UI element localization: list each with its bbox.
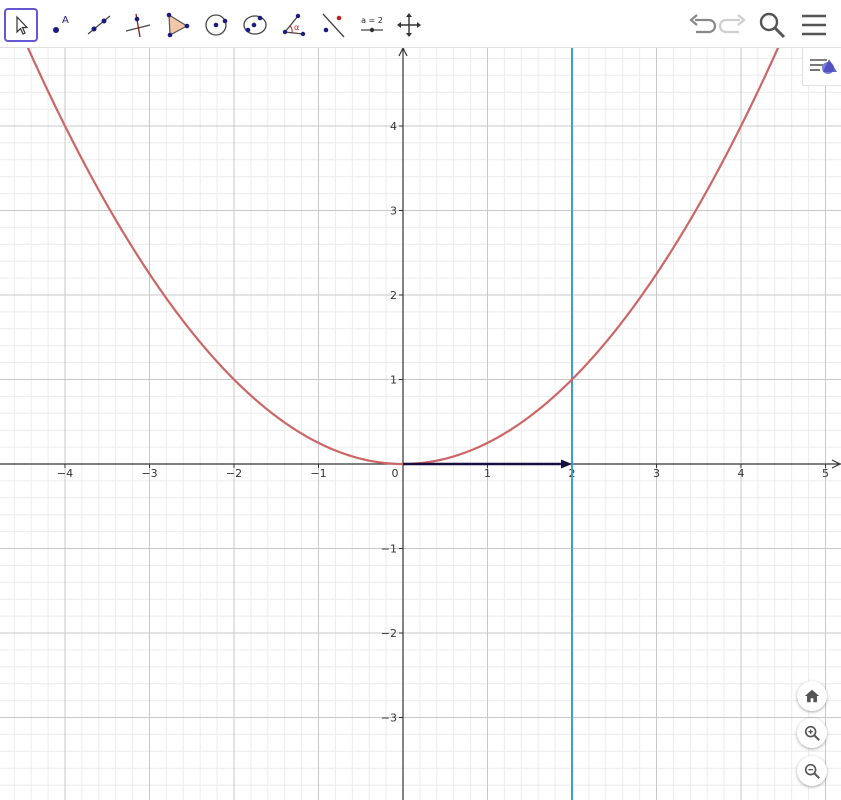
- move-arrows-icon: [397, 13, 421, 37]
- perpendicular-line-tool-button[interactable]: [121, 8, 155, 42]
- circle-center-tool-button[interactable]: [199, 8, 233, 42]
- x-tick-label: −3: [141, 467, 157, 480]
- x-axis-ticks: −4−3−2−1012345: [57, 464, 829, 480]
- circle-three-points-icon: [243, 15, 267, 35]
- undo-icon[interactable]: [687, 10, 717, 40]
- svg-text:A: A: [62, 15, 69, 26]
- svg-text:α: α: [294, 23, 299, 32]
- y-tick-label: −1: [381, 543, 397, 556]
- zoom-in-button[interactable]: [797, 718, 827, 748]
- svg-text:a = 2: a = 2: [361, 16, 383, 25]
- x-tick-label: −2: [226, 467, 242, 480]
- y-tick-label: 2: [390, 289, 397, 302]
- y-tick-label: 1: [390, 374, 397, 387]
- home-button[interactable]: [797, 681, 827, 711]
- y-tick-label: 3: [390, 205, 397, 218]
- y-tick-label: −3: [381, 712, 397, 725]
- reflect-icon: [322, 13, 345, 38]
- coordinate-plane[interactable]: −4−3−2−1012345 4321−1−2−3: [0, 47, 841, 800]
- graphics-view[interactable]: −4−3−2−1012345 4321−1−2−3: [0, 47, 841, 800]
- polygon-icon: [166, 12, 190, 38]
- point-tool-button[interactable]: A: [43, 8, 77, 42]
- x-tick-label: 1: [484, 467, 491, 480]
- circle-three-points-tool-button[interactable]: [238, 8, 272, 42]
- zoom-out-icon: [804, 763, 820, 779]
- home-icon: [804, 689, 820, 703]
- move-graphics-view-tool-button[interactable]: [392, 8, 426, 42]
- x-tick-label: 4: [738, 467, 745, 480]
- style-bar-icon: [810, 59, 837, 74]
- polygon-tool-button[interactable]: [160, 8, 194, 42]
- line-icon: [87, 15, 111, 35]
- angle-tool-button[interactable]: α: [277, 8, 311, 42]
- toolbar: A α a = 2: [0, 0, 841, 48]
- x-tick-label: 3: [653, 467, 660, 480]
- search-icon[interactable]: [757, 10, 787, 40]
- x-tick-label: −1: [310, 467, 326, 480]
- style-bar-toggle-button[interactable]: [802, 48, 841, 86]
- x-tick-label: 5: [822, 467, 829, 480]
- y-tick-label: −2: [381, 627, 397, 640]
- slider-icon: a = 2: [361, 16, 383, 33]
- cursor-icon: [16, 15, 29, 35]
- line-tool-button[interactable]: [82, 8, 116, 42]
- perpendicular-line-icon: [125, 13, 151, 38]
- zoom-in-icon: [804, 725, 820, 741]
- point-icon: A: [53, 15, 69, 33]
- circle-center-icon: [205, 14, 228, 36]
- slider-tool-button[interactable]: a = 2: [355, 8, 389, 42]
- move-tool-button[interactable]: [4, 8, 38, 42]
- angle-icon: α: [282, 13, 306, 37]
- x-tick-label: −4: [57, 467, 73, 480]
- minor-grid: [0, 47, 841, 800]
- x-tick-label: 0: [392, 467, 399, 480]
- menu-icon[interactable]: [799, 10, 829, 40]
- redo-icon[interactable]: [718, 10, 748, 40]
- reflect-tool-button[interactable]: [316, 8, 350, 42]
- zoom-out-button[interactable]: [797, 756, 827, 786]
- y-tick-label: 4: [390, 120, 397, 133]
